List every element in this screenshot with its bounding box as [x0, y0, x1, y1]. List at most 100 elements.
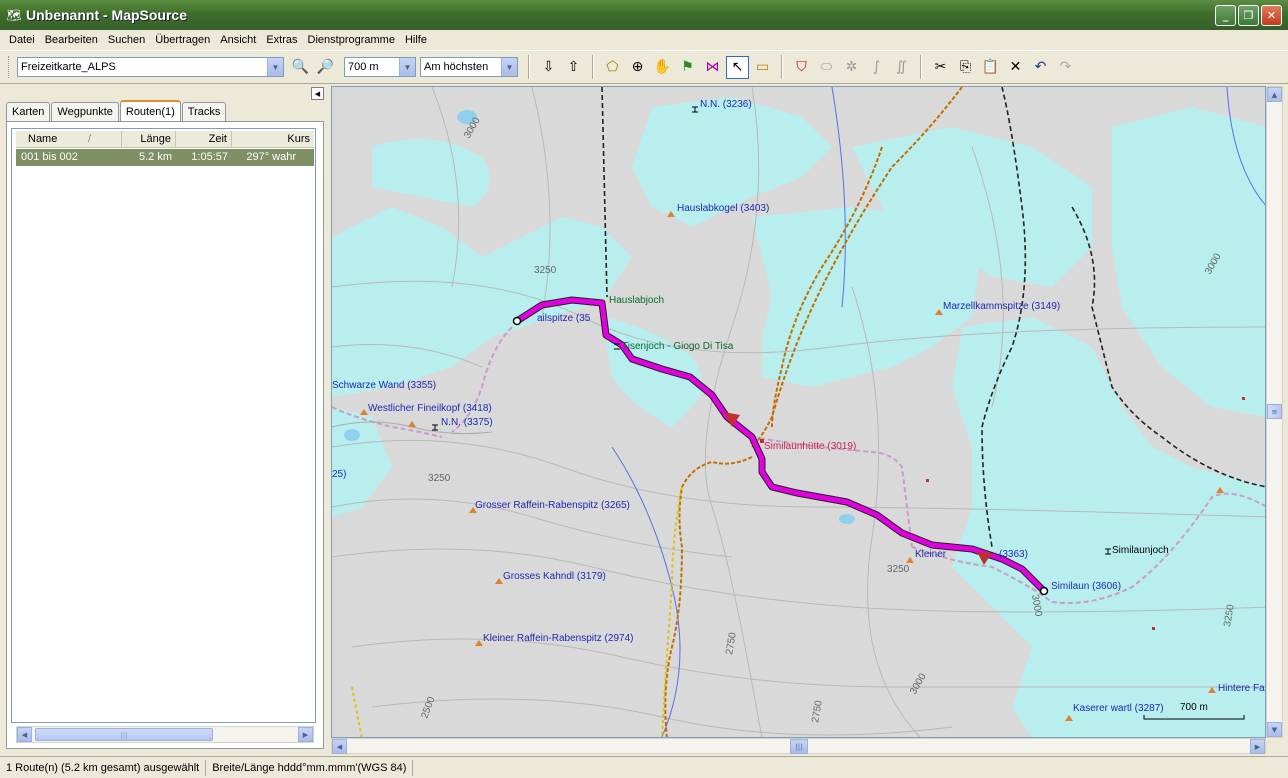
selection-status: 1 Route(n) (5.2 km gesamt) ausgewählt [0, 759, 207, 776]
menu-uebertragen[interactable]: Übertragen [150, 34, 215, 46]
map-label: Kleiner [915, 549, 947, 560]
map-label: Grosser Raffein-Rabenspitz (3265) [475, 500, 630, 511]
menu-ansicht[interactable]: Ansicht [215, 34, 261, 46]
menu-bar: Datei Bearbeiten Suchen Übertragen Ansic… [0, 30, 1288, 49]
undo-icon: ↶ [1034, 59, 1047, 75]
cut-button[interactable]: ✂ [929, 56, 952, 79]
redo-icon: ↷ [1059, 59, 1072, 75]
chevron-down-icon: ▼ [267, 58, 283, 76]
map-label: Hauslabjoch [609, 295, 664, 306]
minimize-button[interactable]: _ [1215, 5, 1236, 26]
zoom-tool-button[interactable]: ⊕ [626, 56, 649, 79]
column-kurs[interactable]: Kurs [232, 131, 314, 147]
receive-from-device-button[interactable]: ⇩ [537, 56, 560, 79]
selection-tool-button[interactable]: ↖ [726, 55, 749, 79]
map-color-button[interactable]: ⛉ [790, 56, 813, 79]
zoom-in-button[interactable]: 🔍 [289, 56, 312, 79]
route-list-header: Name / Länge Zeit Kurs [16, 131, 314, 148]
map-horizontal-scrollbar[interactable]: ◀ ||| ▶ [331, 738, 1266, 754]
copy-button[interactable]: ⎘ [954, 56, 977, 79]
scroll-left-button[interactable]: ◀ [332, 739, 347, 754]
map-label: 25) [332, 469, 346, 480]
track-split-button[interactable]: ∬ [890, 56, 913, 79]
tab-routen[interactable]: Routen(1) [119, 100, 181, 121]
scroll-right-button[interactable]: ▶ [298, 727, 313, 742]
tab-strip: Karten Wegpunkte Routen(1) Tracks [6, 100, 227, 121]
menu-hilfe[interactable]: Hilfe [400, 34, 432, 46]
route-tool-button[interactable]: ⋈ [701, 56, 724, 79]
map-label: N.N. (3375) [441, 417, 493, 428]
scroll-right-button[interactable]: ▶ [1250, 739, 1265, 754]
scroll-up-button[interactable]: ▲ [1267, 87, 1282, 102]
toolbar: Freizeitkarte_ALPS ▼ 🔍 🔎 700 m ▼ Am höch… [0, 50, 1288, 84]
scroll-thumb[interactable]: ≡ [1267, 404, 1282, 419]
route-length-cell: 5.2 km [138, 151, 172, 163]
send-to-device-button[interactable]: ⇧ [562, 56, 585, 79]
scroll-left-button[interactable]: ◀ [17, 727, 32, 742]
paste-button[interactable]: 📋 [979, 56, 1002, 79]
close-button[interactable]: ✕ [1261, 5, 1282, 26]
zoom-out-button[interactable]: 🔎 [314, 56, 337, 79]
toolbar-grip[interactable] [8, 56, 11, 78]
route-end-waypoint[interactable] [1039, 586, 1049, 596]
waypoint-tool-button[interactable]: ⚑ [676, 56, 699, 79]
tab-karten[interactable]: Karten [6, 102, 51, 121]
menu-suchen[interactable]: Suchen [103, 34, 150, 46]
window-title: Unbenannt - MapSource [26, 7, 188, 23]
hand-icon: ✋ [653, 59, 672, 75]
ruler-icon: ▭ [755, 59, 770, 75]
flag-icon: ⚑ [681, 59, 694, 75]
table-row[interactable]: 001 bis 002 5.2 km 1:05:57 297° wahr [16, 149, 314, 166]
route-start-waypoint[interactable] [512, 316, 522, 326]
arrow-left-icon: ◀ [314, 89, 321, 98]
route-course-cell: 297° wahr [246, 151, 296, 163]
scissors-icon: ✂ [934, 59, 947, 75]
contour-label: 3250 [887, 564, 910, 575]
route-name-cell: 001 bis 002 [21, 151, 78, 163]
burst-icon: ✲ [845, 59, 858, 75]
magnifier-icon: ⊕ [631, 59, 644, 75]
map-vertical-scrollbar[interactable]: ▲ ≡ ▼ [1266, 86, 1283, 738]
delete-button[interactable]: ✕ [1004, 56, 1027, 79]
map-product-select[interactable]: Freizeitkarte_ALPS ▼ [17, 57, 284, 77]
map-label: Similaunjoch [1112, 545, 1169, 556]
map-view[interactable]: N.N. (3236) Hauslabkogel (3403) ailspitz… [331, 86, 1266, 738]
map-label: Hauslabkogel (3403) [677, 203, 769, 214]
tab-wegpunkte[interactable]: Wegpunkte [51, 102, 119, 121]
menu-extras[interactable]: Extras [261, 34, 302, 46]
chevron-down-icon: ▼ [501, 58, 517, 76]
map-label: Grosses Kahndl (3179) [503, 571, 606, 582]
list-horizontal-scrollbar[interactable]: ◀ ||| ▶ [16, 726, 314, 743]
route-list[interactable] [11, 128, 316, 723]
zoom-level-select[interactable]: 700 m ▼ [344, 57, 416, 77]
scroll-thumb[interactable]: ||| [790, 739, 808, 754]
scale-label: 700 m [1180, 702, 1208, 713]
map-canvas[interactable]: N.N. (3236) Hauslabkogel (3403) ailspitz… [332, 87, 1266, 738]
scroll-thumb[interactable]: ||| [35, 728, 213, 741]
explode-tool-button[interactable]: ✲ [840, 56, 863, 79]
column-zeit[interactable]: Zeit [176, 131, 232, 147]
detail-level-select[interactable]: Am höchsten ▼ [420, 57, 518, 77]
redo-button[interactable]: ↷ [1054, 56, 1077, 79]
maximize-button[interactable]: ❐ [1238, 5, 1259, 26]
distance-tool-button[interactable]: ▭ [751, 56, 774, 79]
undo-button[interactable]: ↶ [1029, 56, 1052, 79]
eraser-tool-button[interactable]: ⬭ [815, 56, 838, 79]
map-label: Westlicher Fineilkopf (3418) [368, 403, 492, 414]
map-label: Tisenjoch - Giogo Di Tisa [622, 341, 734, 352]
map-label: Similaunhütte (3019) [764, 441, 856, 452]
collapse-pane-button[interactable]: ◀ [311, 87, 324, 100]
column-laenge[interactable]: Länge [122, 131, 176, 147]
lake [344, 429, 360, 441]
track-tool-button[interactable]: ∫ [865, 56, 888, 79]
map-tool-button[interactable]: ⬠ [601, 56, 624, 79]
column-name[interactable]: Name / [16, 131, 122, 147]
hand-tool-button[interactable]: ✋ [651, 56, 674, 79]
menu-datei[interactable]: Datei [4, 34, 40, 46]
map-label: Marzellkammspitze (3149) [943, 301, 1060, 312]
mapsource-app-icon: 🗺 [6, 8, 22, 22]
scroll-down-button[interactable]: ▼ [1267, 722, 1282, 737]
menu-bearbeiten[interactable]: Bearbeiten [40, 34, 103, 46]
tab-tracks[interactable]: Tracks [181, 102, 227, 121]
menu-dienstprogramme[interactable]: Dienstprogramme [303, 34, 400, 46]
